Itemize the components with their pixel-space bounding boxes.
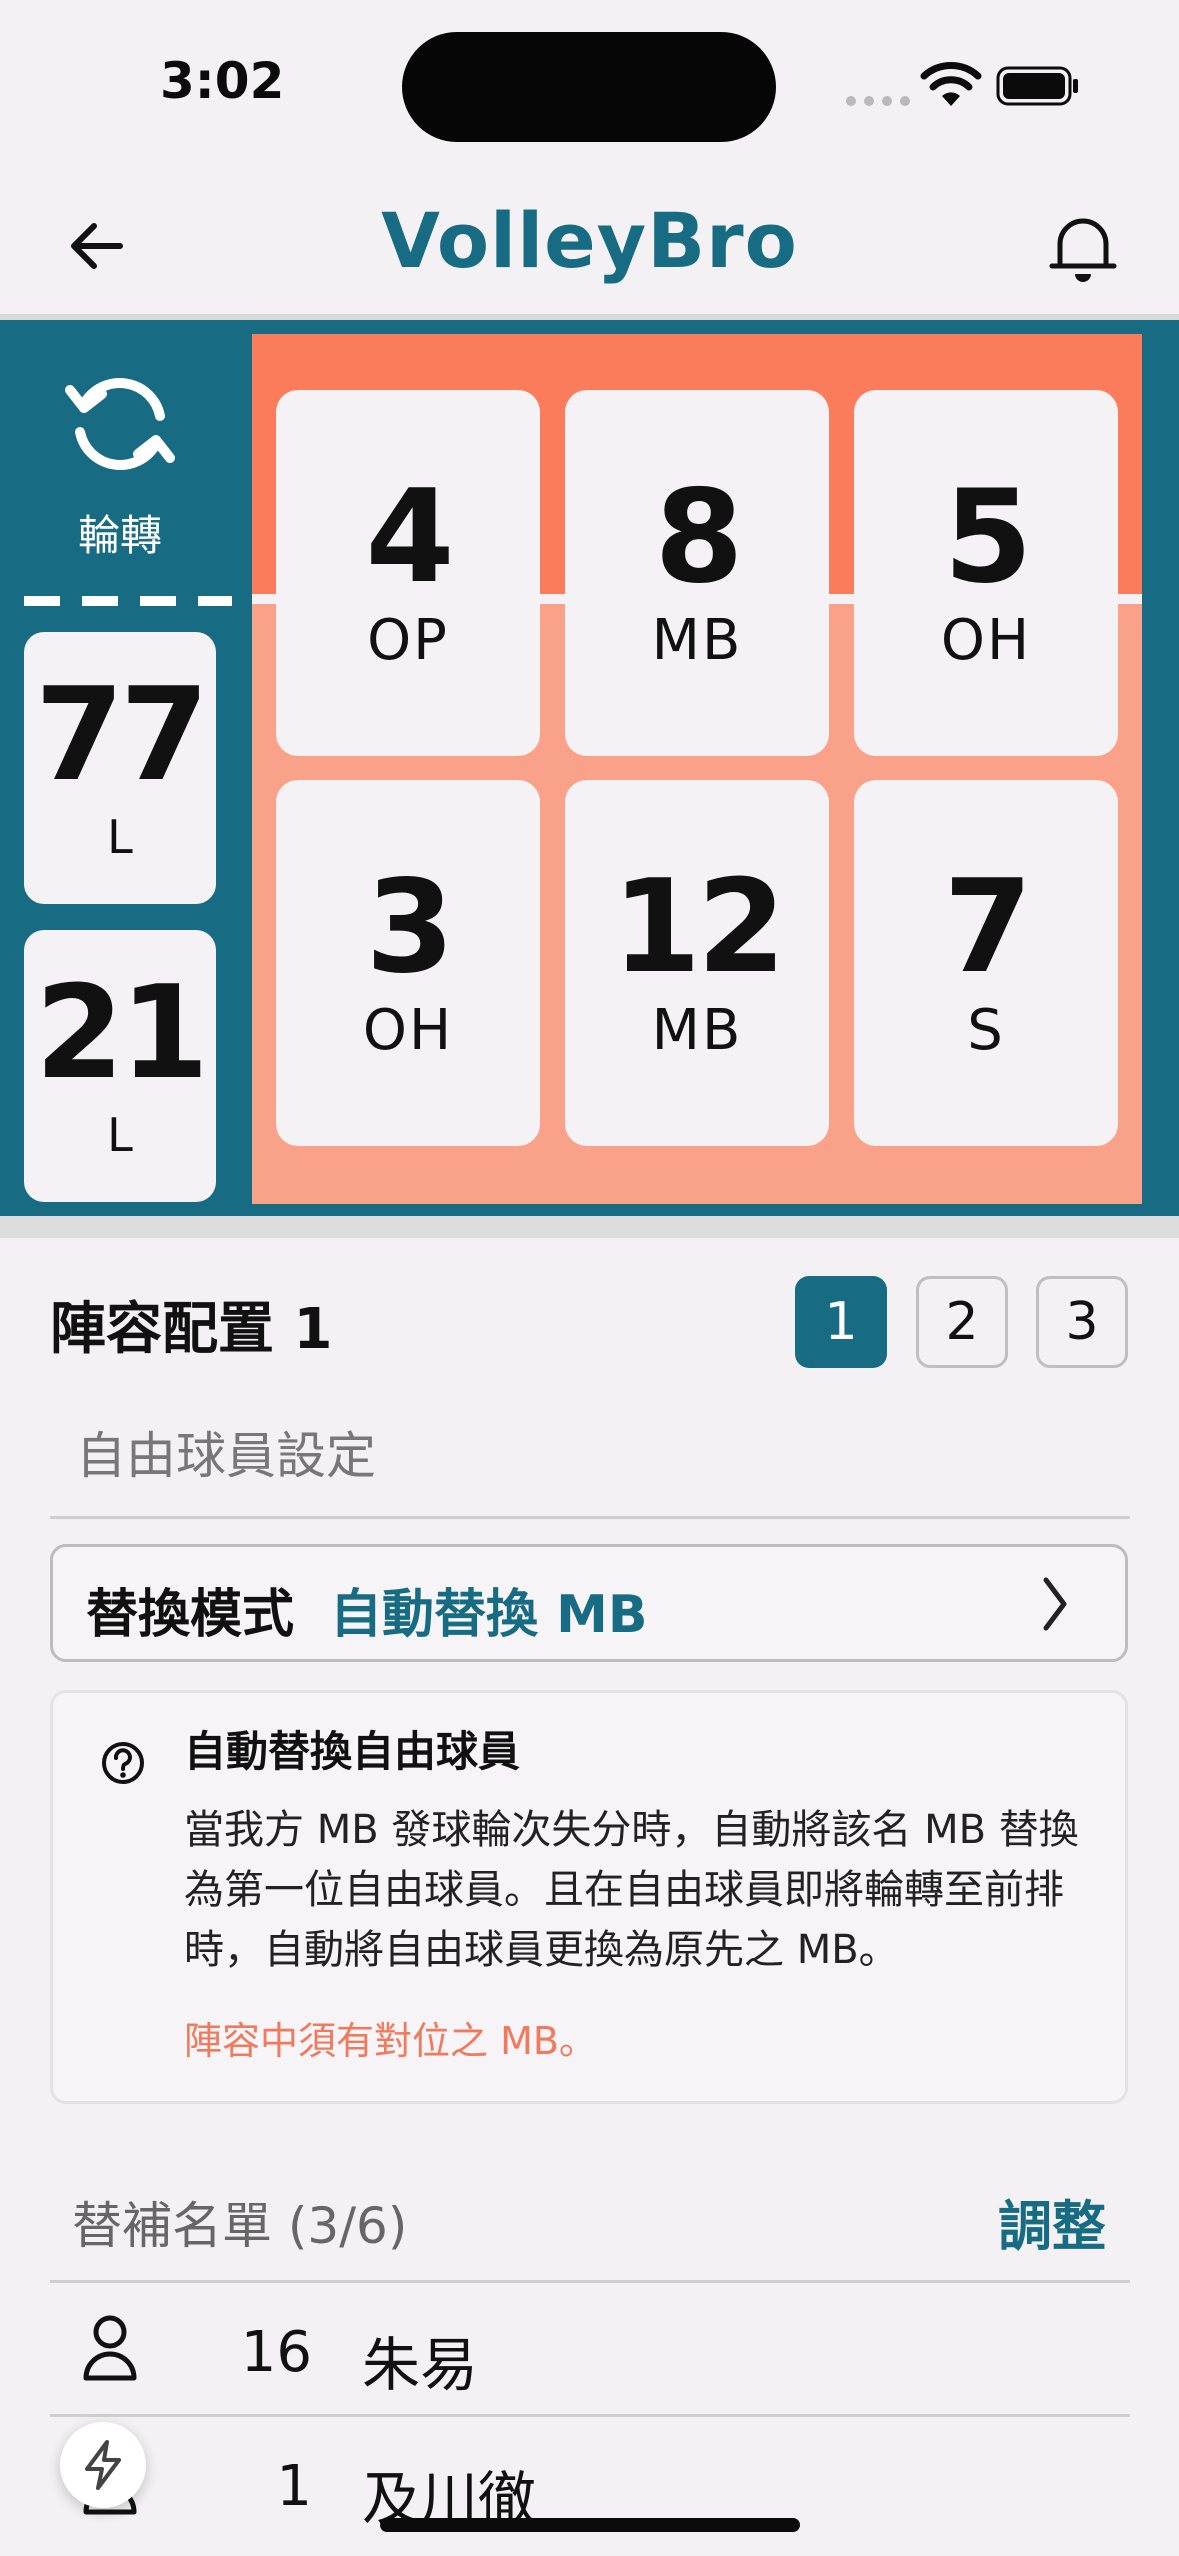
chevron-right-icon xyxy=(1043,1577,1067,1631)
player-number: 5 xyxy=(943,462,1032,612)
substitute-number: 16 xyxy=(240,2320,312,2385)
lightning-icon xyxy=(85,2440,121,2490)
player-number: 12 xyxy=(611,852,786,1002)
person-icon xyxy=(83,2315,137,2381)
player-number: 3 xyxy=(365,852,454,1002)
divider xyxy=(50,1516,1130,1519)
help-icon xyxy=(102,1742,144,1784)
replace-mode-value: 自動替換 MB xyxy=(330,1585,648,1645)
dynamic-island xyxy=(402,32,776,142)
battery-icon xyxy=(996,66,1078,106)
status-time: 3:02 xyxy=(160,52,285,110)
libero-position: L xyxy=(107,1108,133,1162)
replace-mode-label: 替換模式 xyxy=(86,1585,295,1645)
bell-icon[interactable] xyxy=(1048,210,1118,286)
rotate-label[interactable]: 輪轉 xyxy=(0,502,240,563)
lineup-button-2[interactable]: 2 xyxy=(916,1276,1008,1368)
cellular-signal-icon xyxy=(846,96,910,106)
libero-number: 21 xyxy=(34,959,209,1108)
info-warning: 陣容中須有對位之 MB。 xyxy=(184,2019,597,2063)
quick-action-button[interactable] xyxy=(60,2422,146,2508)
libero-settings-heading: 自由球員設定 xyxy=(76,1427,376,1485)
player-card-front-middle[interactable]: 8 MB xyxy=(565,390,829,756)
lineup-title: 陣容配置 1 xyxy=(50,1297,333,1362)
lineup-button-3[interactable]: 3 xyxy=(1036,1276,1128,1368)
player-position: MB xyxy=(651,997,743,1063)
player-card-front-left[interactable]: 4 OP xyxy=(276,390,540,756)
app-title: VolleyBro xyxy=(381,196,798,285)
libero-number: 77 xyxy=(34,661,209,810)
rotate-icon[interactable] xyxy=(64,368,176,480)
player-position: OH xyxy=(362,997,454,1063)
adjust-button[interactable]: 調整 xyxy=(998,2182,1106,2261)
libero-card[interactable]: 77 L xyxy=(24,632,216,904)
libero-position: L xyxy=(107,810,133,864)
player-number: 4 xyxy=(365,462,454,612)
player-position: OP xyxy=(367,607,449,673)
player-number: 8 xyxy=(654,462,743,612)
info-title: 自動替換自由球員 xyxy=(184,1727,521,1776)
substitute-name: 朱易 xyxy=(362,2331,479,2399)
player-position: S xyxy=(967,997,1005,1063)
libero-card[interactable]: 21 L xyxy=(24,930,216,1202)
lineup-button-1[interactable]: 1 xyxy=(795,1276,887,1368)
player-position: OH xyxy=(940,607,1032,673)
substitutes-title: 替補名單 (3/6) xyxy=(72,2197,408,2255)
info-body: 當我方 MB 發球輪次失分時，自動將該名 MB 替換為第一位自由球員。且在自由球… xyxy=(184,1807,1079,1973)
libero-divider xyxy=(24,596,232,606)
wifi-icon xyxy=(920,62,982,106)
player-card-back-middle[interactable]: 12 MB xyxy=(565,780,829,1146)
player-card-back-right[interactable]: 7 S xyxy=(854,780,1118,1146)
substitute-number: 1 xyxy=(276,2454,312,2519)
section-divider xyxy=(0,1216,1179,1238)
player-number: 7 xyxy=(943,852,1032,1002)
substitute-row[interactable]: 16 朱易 xyxy=(50,2282,1130,2414)
player-card-back-left[interactable]: 3 OH xyxy=(276,780,540,1146)
home-indicator[interactable] xyxy=(380,2518,800,2532)
player-card-front-right[interactable]: 5 OH xyxy=(854,390,1118,756)
player-position: MB xyxy=(651,607,743,673)
